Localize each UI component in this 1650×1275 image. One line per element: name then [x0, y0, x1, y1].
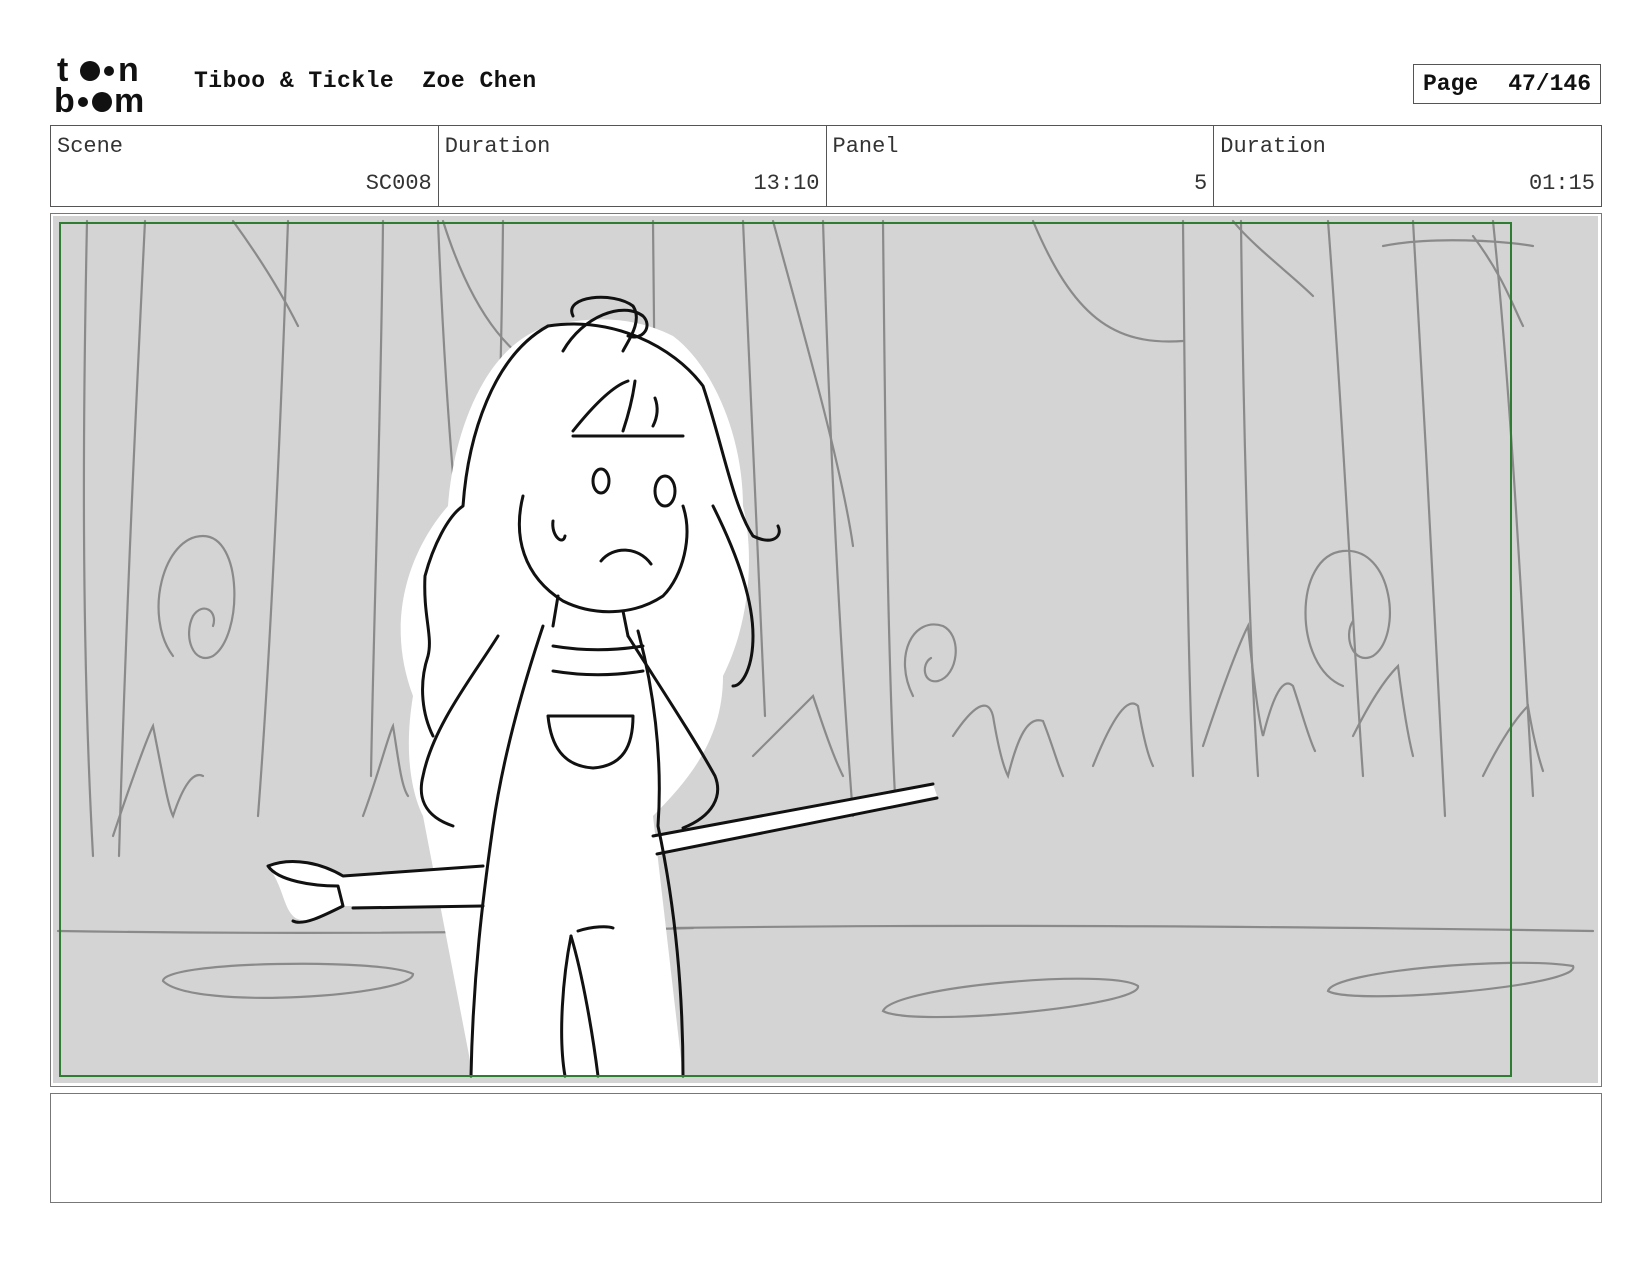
scene-duration-cell: Duration 13:10 [439, 126, 827, 206]
page-number: 47/146 [1508, 71, 1592, 97]
panel-duration-label: Duration [1220, 134, 1326, 159]
panel-label: Panel [832, 134, 899, 159]
scene-duration-label: Duration [444, 134, 551, 159]
scene-label: Scene [57, 134, 124, 159]
toon-boom-logo-mark: t n b m [54, 54, 144, 116]
panel-value: 5 [1194, 171, 1208, 196]
toon-boom-logo: t n b m [54, 54, 170, 116]
panel-duration-value: 01:15 [1528, 171, 1595, 196]
scene-value: SC008 [365, 171, 432, 196]
page-indicator: Page 47/146 [1413, 64, 1601, 104]
storyboard-panel [50, 213, 1602, 1087]
page-label: Page [1422, 71, 1479, 97]
scene-cell: Scene SC008 [51, 126, 439, 206]
panel-sketch-image [53, 216, 1598, 1083]
author-name: Zoe Chen [422, 68, 537, 94]
svg-text:m: m [114, 82, 144, 116]
project-title: Tiboo & Tickle [194, 68, 395, 94]
panel-duration-cell: Duration 01:15 [1214, 126, 1601, 206]
panel-cell: Panel 5 [827, 126, 1215, 206]
panel-notes-box [50, 1093, 1602, 1203]
scene-info-table: Scene SC008 Duration 13:10 Panel 5 Durat… [50, 125, 1602, 207]
scene-duration-value: 13:10 [753, 171, 820, 196]
svg-text:b: b [54, 82, 75, 116]
header-title: Tiboo & Tickle Zoe Chen [194, 68, 565, 94]
